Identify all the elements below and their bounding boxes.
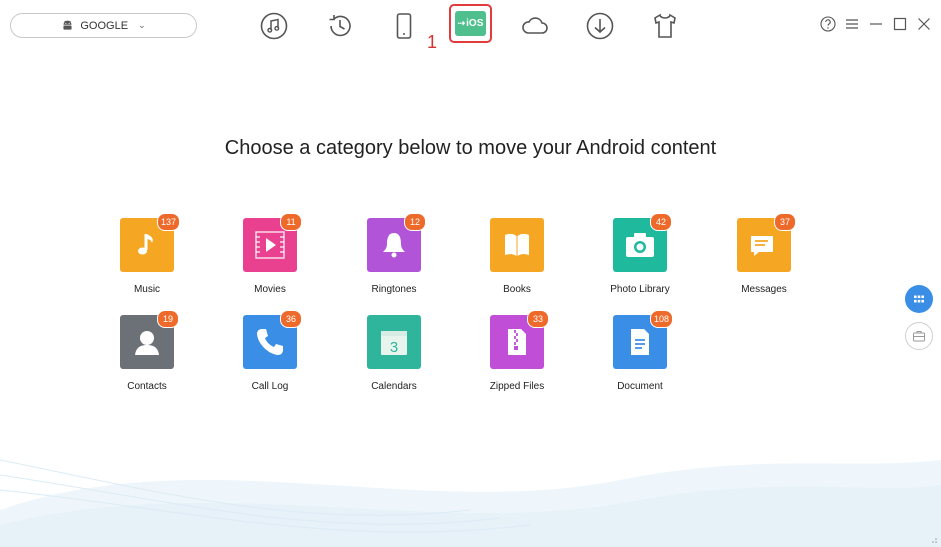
download-button[interactable] (582, 8, 618, 44)
film-icon (255, 231, 285, 259)
ios-label: iOS (466, 18, 484, 29)
maximize-button[interactable] (891, 14, 909, 34)
person-icon (135, 331, 159, 355)
category-view-button[interactable] (905, 285, 933, 313)
category-label: Contacts (127, 381, 167, 392)
category-photo-library[interactable]: 42 Photo Library (590, 213, 690, 308)
arrow-right-icon: ⇢ (457, 18, 466, 28)
category-contacts[interactable]: 19 Contacts (97, 310, 197, 405)
bell-icon (383, 233, 405, 258)
grid-icon (914, 295, 924, 303)
device-name: GOOGLE (80, 19, 129, 32)
maximize-icon (893, 17, 907, 31)
count-badge: 137 (157, 213, 181, 231)
device-selector[interactable]: GOOGLE ⌄ (10, 13, 197, 38)
ios-mover-button[interactable]: ⇢ iOS (449, 4, 492, 43)
close-icon (918, 18, 930, 30)
hamburger-icon (846, 19, 858, 29)
toolbox-view-button[interactable] (905, 322, 933, 350)
music-manager-button[interactable] (256, 8, 292, 44)
category-ringtones[interactable]: 12 Ringtones (344, 213, 444, 308)
category-calendars[interactable]: 3 Calendars (344, 315, 444, 405)
shirt-icon (654, 13, 676, 38)
chevron-down-icon: ⌄ (138, 20, 146, 30)
count-badge: 12 (404, 213, 426, 231)
download-icon (586, 12, 614, 40)
help-icon (820, 16, 836, 32)
category-label: Ringtones (371, 284, 417, 295)
briefcase-icon (913, 331, 925, 342)
category-messages[interactable]: 37 Messages (714, 213, 814, 308)
music-note-icon (138, 234, 153, 255)
count-badge: 42 (650, 213, 672, 231)
phone-icon (257, 329, 283, 355)
category-label: Music (133, 284, 161, 295)
category-label: Messages (741, 284, 787, 295)
category-tile (490, 218, 544, 272)
camera-icon (626, 233, 654, 257)
minimize-button[interactable] (867, 14, 885, 34)
music-circle-icon (260, 12, 288, 40)
phone-device-icon (396, 13, 412, 39)
calendar-icon: 3 (381, 331, 407, 356)
close-button[interactable] (915, 14, 933, 34)
category-label: Books (503, 284, 531, 295)
category-tile: 3 (367, 315, 421, 369)
history-icon (329, 15, 351, 37)
resize-grip-icon[interactable] (930, 536, 938, 544)
category-books[interactable]: Books (467, 218, 567, 308)
android-icon (63, 20, 72, 30)
category-document[interactable]: 108 Document (590, 310, 690, 405)
zip-icon (508, 329, 526, 355)
background-waves (0, 459, 941, 547)
message-icon (751, 236, 773, 256)
page-heading: Choose a category below to move your And… (224, 137, 717, 159)
backup-history-button[interactable] (322, 8, 358, 44)
category-label: Call Log (251, 381, 289, 392)
document-icon (631, 329, 649, 355)
annotation-number: 1 (427, 32, 438, 52)
calendar-day: 3 (390, 339, 398, 356)
category-call-log[interactable]: 36 Call Log (220, 310, 320, 405)
category-music[interactable]: 137 Music (97, 213, 197, 308)
count-badge: 33 (527, 310, 549, 328)
cloud-icon (522, 17, 548, 34)
category-label: Photo Library (610, 284, 670, 295)
category-label: Calendars (371, 381, 417, 392)
book-icon (505, 233, 529, 256)
menu-button[interactable] (843, 14, 861, 34)
category-label: Movies (254, 284, 286, 295)
category-zipped-files[interactable]: 33 Zipped Files (467, 310, 567, 405)
minimize-icon (870, 23, 882, 25)
count-badge: 11 (280, 213, 302, 231)
toolkit-button[interactable] (647, 8, 683, 44)
category-label: Document (617, 381, 663, 392)
count-badge: 36 (280, 310, 302, 328)
category-movies[interactable]: 11 Movies (220, 213, 320, 308)
category-label: Zipped Files (489, 381, 545, 392)
count-badge: 108 (650, 310, 674, 328)
count-badge: 37 (774, 213, 796, 231)
help-button[interactable] (819, 14, 837, 34)
count-badge: 19 (157, 310, 179, 328)
cloud-button[interactable] (517, 8, 553, 44)
device-manager-button[interactable] (386, 8, 422, 44)
